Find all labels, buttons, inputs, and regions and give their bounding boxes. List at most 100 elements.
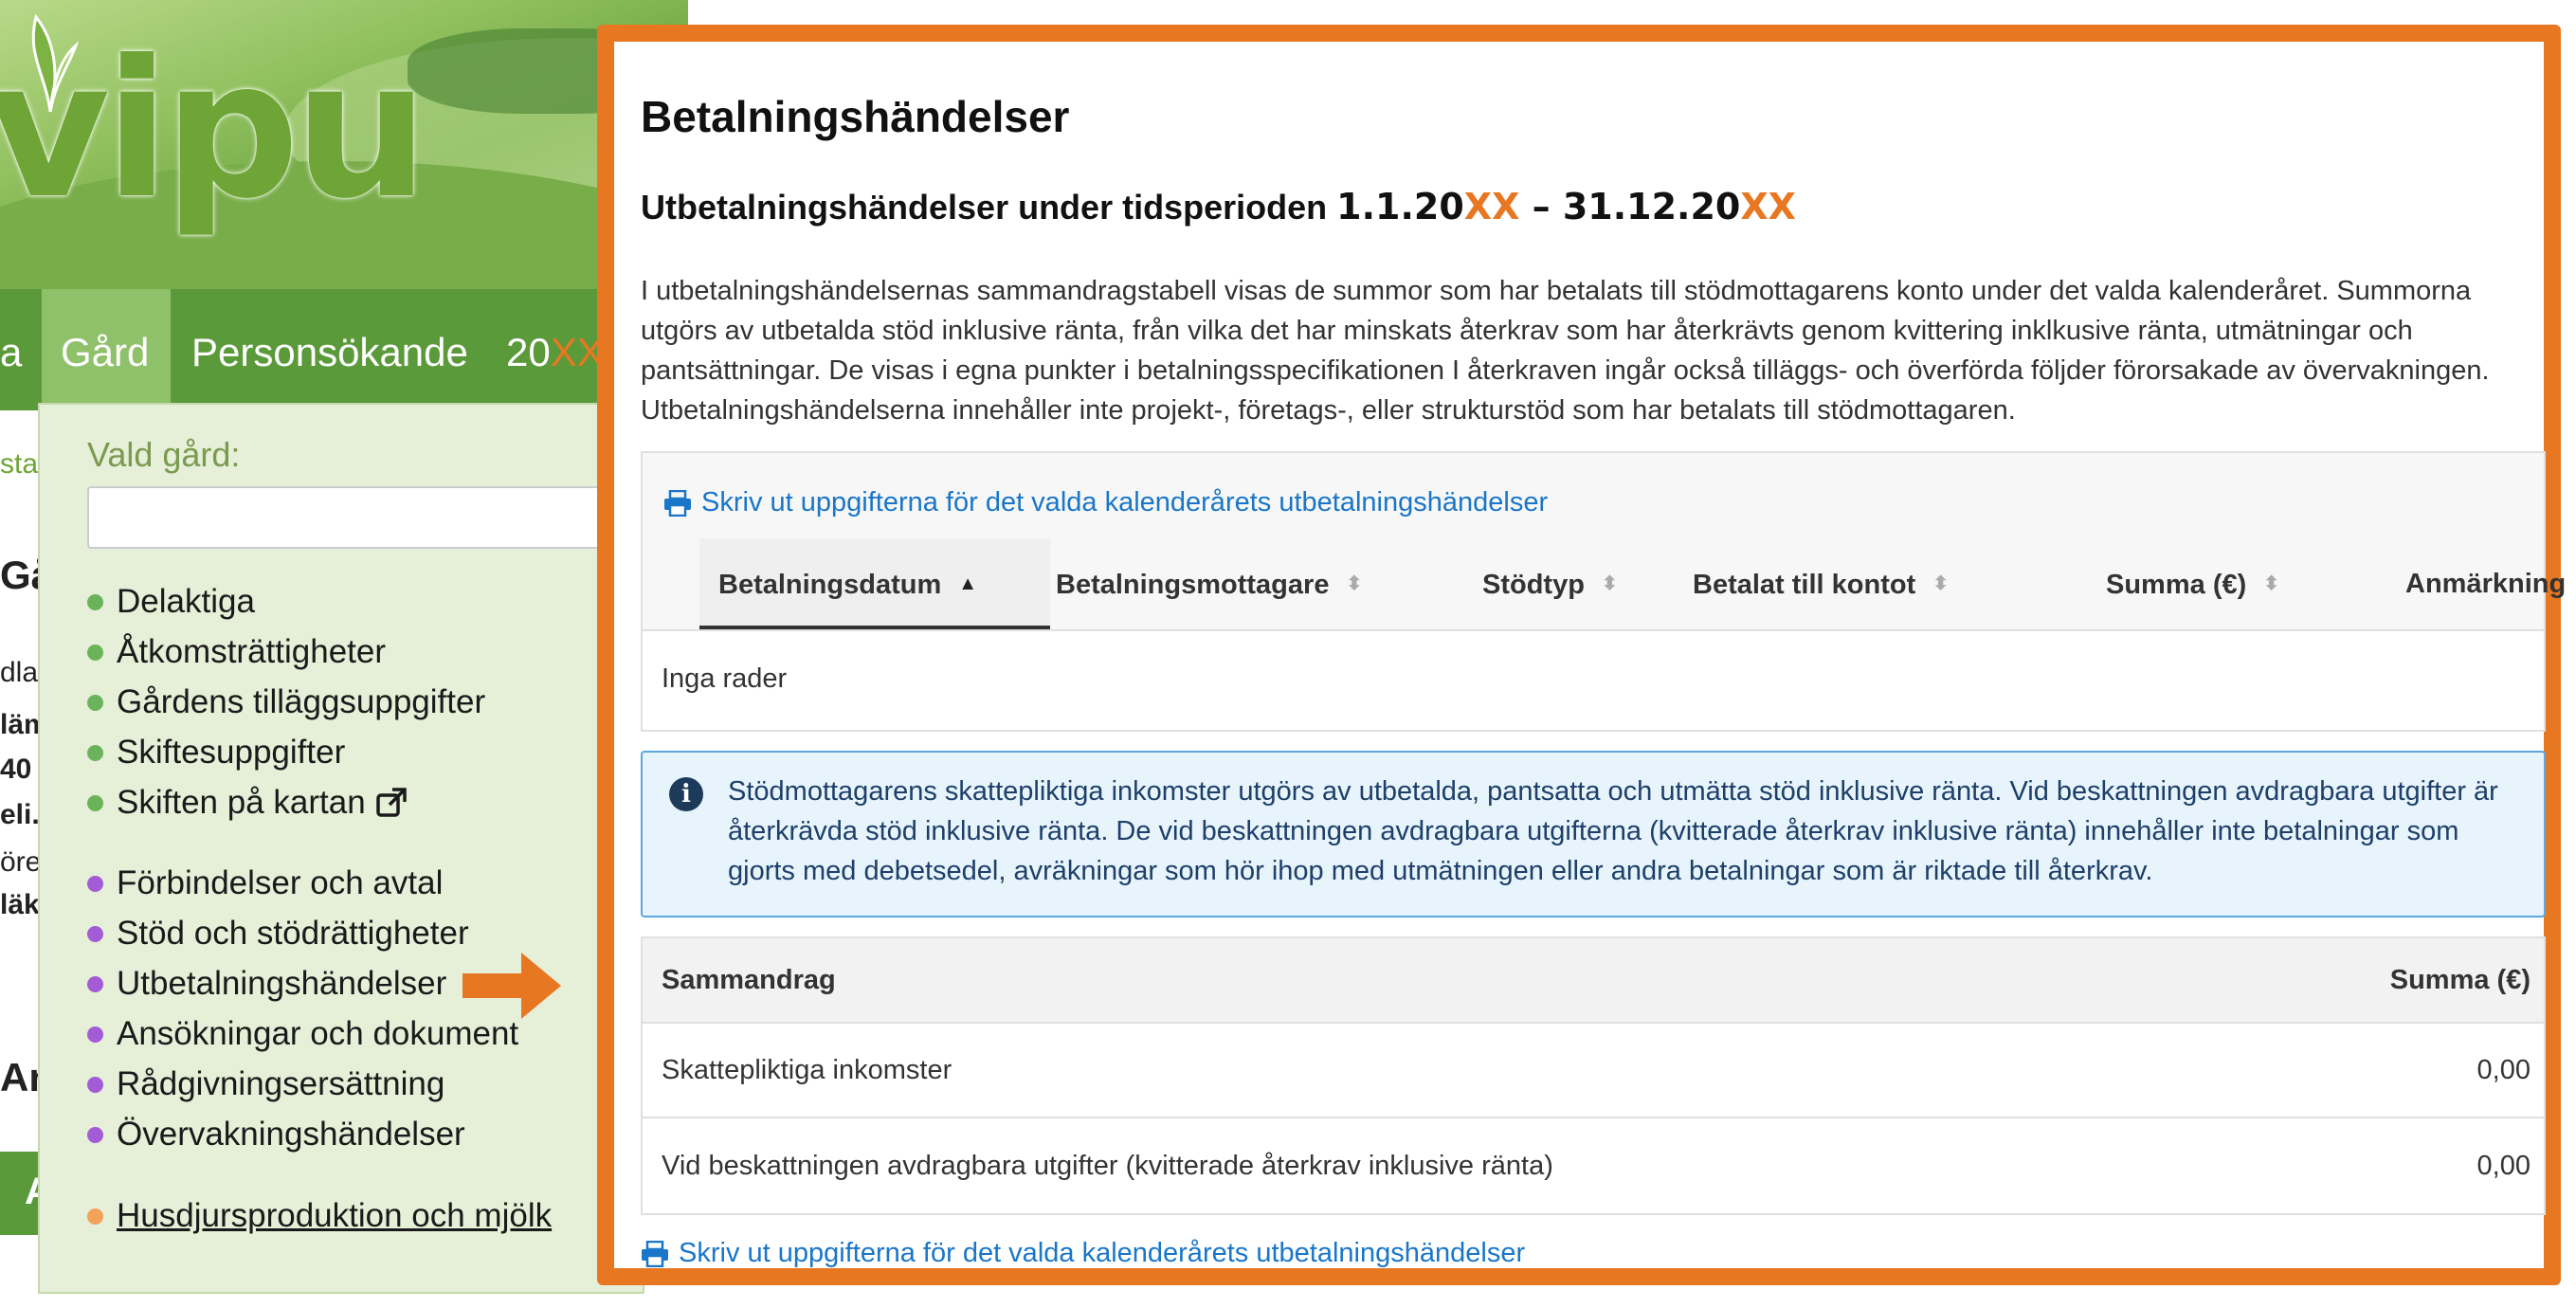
menu-item-skiften-kartan[interactable]: Skiften på kartan [87,784,408,822]
menu-item-utbetalningshandelser[interactable]: Utbetalningshändelser [87,965,446,1003]
summary-table: Sammandrag Summa (€) Skattepliktiga inko… [641,936,2546,1215]
period-heading: Utbetalningshändelser under tidsperioden… [641,186,1796,227]
bullet-icon [87,744,103,761]
table-row: Skattepliktiga inkomster 0,00 [643,1024,2544,1118]
sort-icon: ⬍ [1932,573,1949,594]
bullet-icon [87,644,103,661]
menu-item-radgivning[interactable]: Rådgivningsersättning [87,1065,444,1103]
vipu-logo[interactable]: vipu [0,36,428,226]
menu-item-atkomstrattigheter[interactable]: Åtkomsträttigheter [87,633,386,671]
bg-text-fragment: 40 [0,754,32,785]
period-placeholder: XX [1463,186,1520,227]
summary-header-sum: Summa (€) [2389,964,2531,995]
printer-icon [642,1240,668,1267]
nav-item-partial[interactable]: a [0,289,22,410]
payments-table: Skriv ut uppgifterna för det valda kalen… [641,451,2566,732]
menu-item-label: Rådgivningsersättning [117,1065,445,1102]
summary-row-value: 0,00 [2476,1150,2531,1181]
period-dates: 1.1.20XX – 31.12.20XX [1336,186,1796,227]
menu-item-forbindelser[interactable]: Förbindelser och avtal [87,864,443,902]
empty-table-text: Inga rader [662,663,788,694]
nav-item-year[interactable]: 20XX [506,289,604,410]
menu-item-label: Åtkomsträttigheter [117,633,386,670]
summary-header-row: Sammandrag Summa (€) [643,938,2544,1024]
table-header: Betalningsdatum ▲ Betalningsmottagare ⬍ St… [665,538,2566,629]
column-header-summa[interactable]: Summa (€) ⬍ [2106,538,2279,629]
nav-item-personsokande[interactable]: Personsökande [191,289,468,410]
payment-events-panel: Betalningshändelser Utbetalningshändelse… [597,25,2566,1285]
arrow-right-icon [463,953,561,1019]
sort-icon: ⬍ [2263,573,2280,594]
period-separator: – [1532,186,1551,227]
description-text: I utbetalningshändelsernas sammandragsta… [641,276,2490,426]
menu-item-delaktiga[interactable]: Delaktiga [87,583,255,621]
column-header-betalningsmottagare[interactable]: Betalningsmottagare ⬍ [1056,538,1362,629]
external-link-icon [375,788,407,817]
nav-item-gard[interactable]: Gård [42,289,171,410]
bullet-icon [87,1026,103,1043]
menu-item-label: Husdjursproduktion och mjölk [117,1197,553,1234]
column-label: Anmärkning [2405,569,2567,599]
selected-farm-label: Vald gård: [87,435,241,474]
column-label: Betalningsdatum [718,570,942,600]
period-label: Utbetalningshändelser under tidsperioden [641,188,1328,227]
menu-item-label: Skiftesuppgifter [117,734,346,771]
print-link-label: Skriv ut uppgifterna för det valda kalen… [679,1238,1526,1268]
bullet-icon [87,875,103,892]
summary-row-label: Skattepliktiga inkomster [662,1054,952,1085]
info-alert: i Stödmottagarens skattepliktiga inkomst… [641,751,2546,917]
printer-icon [664,489,691,517]
menu-item-overvakning[interactable]: Övervakningshändelser [87,1116,465,1154]
bullet-icon [87,794,103,811]
table-row: Vid beskattningen avdragbara utgifter (k… [643,1118,2544,1213]
print-link-top[interactable]: Skriv ut uppgifterna för det valda kalen… [663,487,1548,518]
summary-row-label: Vid beskattningen avdragbara utgifter (k… [662,1150,1553,1181]
selected-farm-input[interactable] [87,486,656,549]
bullet-icon [87,975,103,992]
bg-text-fragment: sta [0,448,39,480]
info-icon: i [669,777,703,811]
menu-item-label: Övervakningshändelser [117,1116,465,1153]
menu-item-label: Utbetalningshändelser [117,965,447,1002]
menu-item-label: Gårdens tilläggsuppgifter [117,683,486,720]
bg-text-fragment: dla [0,657,39,688]
menu-item-label: Ansökningar och dokument [117,1015,519,1052]
menu-item-stod[interactable]: Stöd och stödrättigheter [87,915,469,953]
period-start: 1.1.20 [1336,186,1464,227]
print-link-label: Skriv ut uppgifterna för det valda kalen… [701,487,1549,518]
menu-item-tillaggsuppgifter[interactable]: Gårdens tilläggsuppgifter [87,683,485,721]
period-placeholder: XX [1740,186,1796,227]
bullet-icon [87,1208,103,1225]
print-link-bottom[interactable]: Skriv ut uppgifterna för det valda kalen… [641,1238,1525,1269]
nav-year-suffix: XX [550,330,604,374]
column-label: Summa (€) [2106,570,2247,600]
column-header-betalningsdatum[interactable]: Betalningsdatum ▲ [699,538,1050,629]
menu-item-husdjursproduktion[interactable]: Husdjursproduktion och mjölk [87,1197,552,1235]
bullet-icon [87,593,103,610]
column-label: Betalningsmottagare [1056,570,1330,600]
sort-ascending-icon: ▲ [958,573,978,594]
summary-row-value: 0,00 [2476,1054,2531,1085]
menu-item-label: Delaktiga [117,583,255,620]
column-label: Betalat till kontot [1693,570,1916,600]
bullet-icon [87,694,103,711]
period-end: 31.12.20 [1562,186,1741,227]
column-header-anmarkning[interactable]: Anmärkning [2405,538,2566,629]
sort-icon: ⬍ [1346,573,1363,594]
bg-text-fragment: läk [0,889,40,920]
nav-year-prefix: 20 [506,330,551,374]
menu-item-skiftesuppgifter[interactable]: Skiftesuppgifter [87,734,345,772]
menu-item-ansokningar[interactable]: Ansökningar och dokument [87,1015,518,1053]
bg-text-fragment: öre [0,846,42,878]
menu-item-label: Stöd och stödrättigheter [117,915,469,952]
bullet-icon [87,1126,103,1143]
column-header-betalat-till-kontot[interactable]: Betalat till kontot ⬍ [1693,538,1949,629]
page-title: Betalningshändelser [641,92,1070,141]
table-row: Inga rader [643,629,2544,730]
menu-item-label: Förbindelser och avtal [117,864,444,901]
menu-item-label: Skiften på kartan [117,784,366,821]
column-header-stodtyp[interactable]: Stödtyp ⬍ [1482,538,1618,629]
bg-text-fragment: eli. [0,799,40,830]
bullet-icon [87,1076,103,1093]
summary-header-label: Sammandrag [662,964,836,995]
